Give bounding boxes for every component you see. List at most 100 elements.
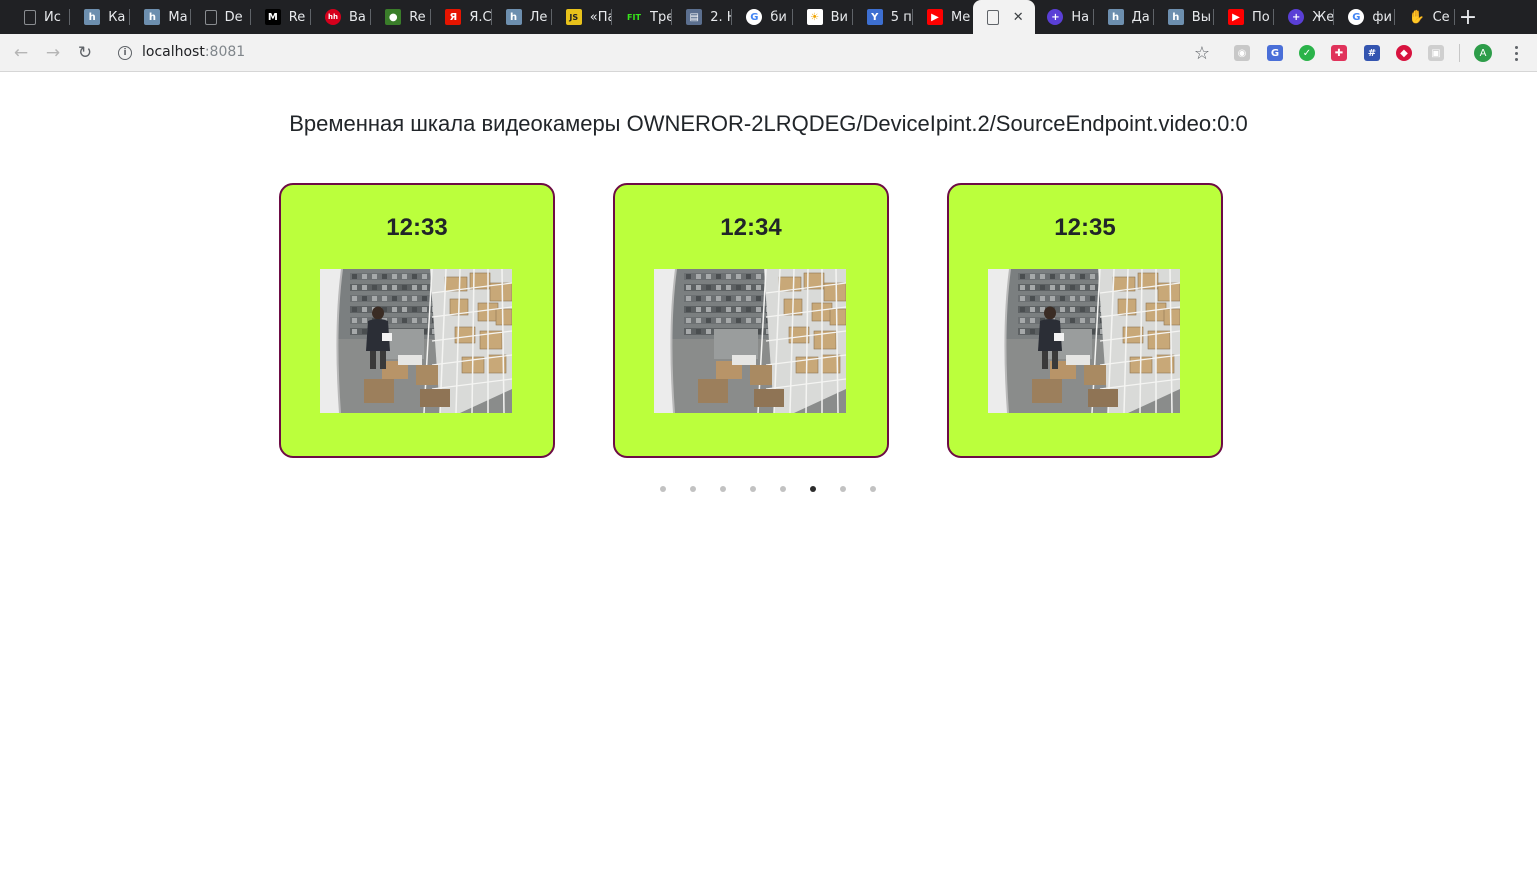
browser-tab[interactable]: ▤ 2. Н [672,0,733,34]
browser-tab[interactable]: M Re [251,0,311,34]
browser-tab[interactable]: + Же [1274,0,1335,34]
plus-circle-icon: + [1288,9,1305,25]
reload-button[interactable]: ↻ [73,41,97,65]
timeline-card-time: 12:35 [1054,214,1116,241]
pagination-dot[interactable] [660,486,666,492]
site-info-icon[interactable]: i [118,46,132,60]
pagination-dot[interactable] [750,486,756,492]
puzzle-extension-icon[interactable]: ✚ [1331,45,1347,61]
browser-tab[interactable]: Ис [10,0,71,34]
browser-tab[interactable]: h Ле [492,0,552,34]
tab-title: Re [288,9,306,25]
shield-extension-icon[interactable]: ✓ [1299,45,1315,61]
ruby-extension-icon[interactable]: ◆ [1396,45,1412,61]
sun-icon: ☀ [806,9,823,25]
url-port: :8081 [204,44,246,60]
timeline-card[interactable]: 12:33 [279,183,555,458]
tab-title: Ва [349,9,366,25]
tab-title: Re [409,9,426,25]
pagination-dot[interactable] [780,486,786,492]
pagination-dot[interactable] [870,486,876,492]
camera-frame-image [320,269,512,413]
new-tab-button[interactable]: + [1456,5,1480,30]
tab-title: Тре [650,9,672,25]
toolbar-divider [1459,44,1460,62]
url-text[interactable]: localhost:8081 [142,44,245,60]
browser-tab[interactable]: ☀ Ви [793,0,853,34]
close-tab-icon[interactable]: ✕ [1010,9,1026,25]
youtube-icon: ▶ [1228,9,1244,25]
frame-extension-icon[interactable]: # [1364,45,1380,61]
browser-tab[interactable]: JS «Па [552,0,612,34]
tab-title: Ма [168,9,188,25]
doc-icon [987,9,1000,25]
timeline-card-time: 12:34 [720,214,782,241]
browser-tab[interactable]: ● Re [371,0,432,34]
browser-tab[interactable]: h Да [1094,0,1154,34]
doc-icon [204,9,217,25]
pagination-dot[interactable] [720,486,726,492]
camera-thumbnail[interactable] [320,269,512,413]
tab-title: По [1252,9,1270,25]
browser-tab[interactable]: Я Я.С [431,0,492,34]
tab-title: би [770,9,787,25]
browser-tab[interactable]: h Вы [1154,0,1214,34]
tab-title: фи [1372,9,1392,25]
back-button[interactable]: ← [9,41,33,65]
tab-title: Се [1432,9,1450,25]
profile-avatar[interactable]: A [1474,44,1492,62]
browser-tab[interactable]: ✕ [973,0,1036,34]
doc-icon [24,9,36,25]
tab-title: На [1071,9,1090,25]
browser-tab[interactable]: Y 5 п [853,0,913,34]
tab-title: Ме [951,9,971,25]
tab-title: Ка [108,9,126,25]
browser-menu-icon[interactable] [1506,42,1526,64]
tab-title: 5 п [890,9,912,25]
tab-title: «Па [589,9,612,25]
browser-tab[interactable]: hh Ва [311,0,372,34]
url-host: localhost [142,44,205,60]
browser-tab[interactable]: FIT Тре [612,0,673,34]
browser-tab[interactable]: Gби [732,0,793,34]
youtube-icon: ▶ [927,9,943,25]
camera-frame-image [988,269,1180,413]
tab-separator [1453,9,1455,25]
page-title: Временная шкала видеокамеры OWNEROR-2LRQ… [289,111,1248,136]
browser-tab[interactable]: + На [1033,0,1094,34]
browser-tab[interactable]: Gфи [1334,0,1395,34]
browser-tab[interactable]: h Ма [130,0,191,34]
pagination-dot[interactable] [840,486,846,492]
camera-frame-image [654,269,846,413]
browser-tab[interactable]: ▶ Ме [913,0,973,34]
square-extension-icon[interactable]: ▣ [1428,45,1444,61]
address-bar[interactable]: i localhost:8081 [108,38,1223,68]
browser-tab[interactable]: De [191,0,251,34]
pagination-dot-active[interactable] [810,486,816,492]
book-icon: ▤ [686,9,703,25]
ghost-extension-icon[interactable]: ◉ [1234,45,1250,61]
hh-icon: hh [325,9,341,25]
browser-toolbar: ← → ↻ i localhost:8081 ☆ ◉ G ✓ ✚ # ◆ ▣ A [0,34,1537,72]
browser-tab[interactable]: ▶ По [1214,0,1275,34]
browser-tab[interactable]: h Ка [70,0,131,34]
timeline-card[interactable]: 12:34 [613,183,889,458]
tab-title: Ис [44,9,61,25]
translate-extension-icon[interactable]: G [1267,45,1283,61]
tab-title: Же [1312,9,1335,25]
habr-icon: h [84,9,101,25]
google-icon: G [746,9,763,25]
tab-title: Вы [1191,9,1211,25]
tab-title: Ви [830,9,848,25]
habr-icon: h [1107,9,1124,25]
js-icon: JS [565,9,582,25]
forward-button[interactable]: → [41,41,65,65]
bookmark-star-icon[interactable]: ☆ [1191,42,1213,64]
timeline-card[interactable]: 12:35 [947,183,1223,458]
carousel-pagination [0,486,1537,494]
browser-tab[interactable]: ✋ Се [1395,0,1455,34]
hand-icon: ✋ [1408,9,1425,25]
pagination-dot[interactable] [690,486,696,492]
camera-thumbnail[interactable] [654,269,846,413]
camera-thumbnail[interactable] [988,269,1180,413]
